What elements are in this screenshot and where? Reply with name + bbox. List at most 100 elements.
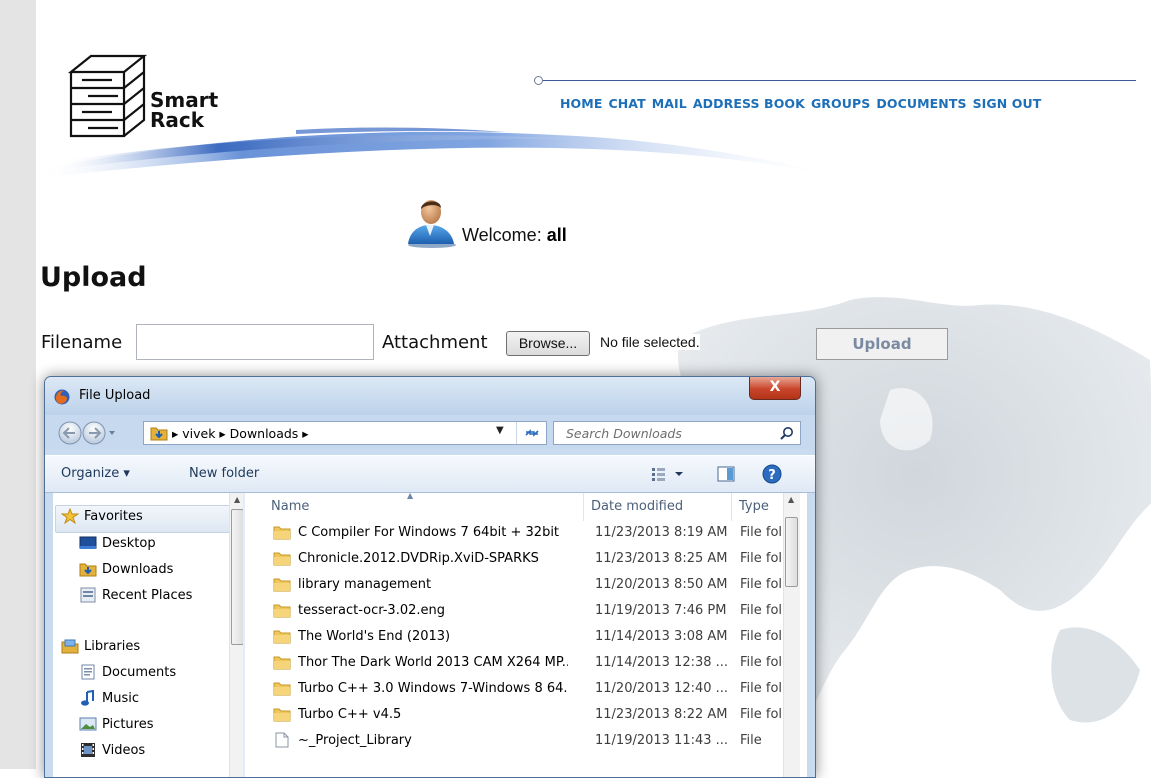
nav-recent-places-label: Recent Places bbox=[102, 587, 193, 603]
scroll-up-arrow-icon[interactable]: ▲ bbox=[234, 495, 240, 504]
downloads-folder-icon bbox=[79, 563, 97, 577]
nav-sign-out[interactable]: SIGN OUT bbox=[973, 96, 1042, 111]
file-row[interactable]: The World's End (2013) 11/14/2013 3:08 A… bbox=[273, 623, 782, 649]
refresh-button[interactable] bbox=[516, 422, 547, 444]
welcome-area: Welcome: all bbox=[402, 196, 567, 248]
upload-button[interactable]: Upload bbox=[816, 328, 948, 360]
file-date: 11/20/2013 12:40 ... bbox=[595, 680, 729, 696]
logo-text: Smart Rack bbox=[150, 90, 218, 130]
nav-documents[interactable]: Documents bbox=[79, 664, 176, 680]
file-row[interactable]: tesseract-ocr-3.02.eng 11/19/2013 7:46 P… bbox=[273, 597, 782, 623]
nav-downloads-label: Downloads bbox=[102, 561, 174, 577]
refresh-icon bbox=[525, 429, 539, 437]
file-list-scrollbar[interactable]: ▲ bbox=[783, 493, 800, 777]
column-divider[interactable] bbox=[731, 493, 732, 521]
history-dropdown-icon[interactable] bbox=[109, 431, 115, 435]
preview-pane-icon[interactable] bbox=[717, 465, 735, 483]
welcome-label: Welcome: bbox=[462, 225, 542, 245]
file-date: 11/14/2013 12:38 ... bbox=[595, 654, 729, 670]
nav-recent-places[interactable]: Recent Places bbox=[79, 587, 192, 603]
column-type[interactable]: Type bbox=[739, 499, 769, 514]
file-row[interactable]: Turbo C++ v4.5 11/23/2013 8:22 AM File f… bbox=[273, 701, 782, 727]
dialog-close-button[interactable]: X bbox=[749, 377, 801, 400]
file-name: library management bbox=[298, 576, 432, 592]
user-avatar-icon bbox=[408, 200, 456, 248]
firefox-icon bbox=[54, 389, 70, 405]
documents-icon bbox=[81, 664, 95, 680]
nav-documents[interactable]: DOCUMENTS bbox=[876, 96, 966, 111]
dialog-toolbar: Organize ▾ New folder ? bbox=[45, 455, 815, 493]
breadcrumb[interactable]: ▸ vivek ▸ Downloads ▸ bbox=[172, 426, 309, 441]
file-date: 11/23/2013 8:25 AM bbox=[595, 550, 728, 566]
videos-icon bbox=[81, 743, 95, 757]
file-row[interactable]: Turbo C++ 3.0 Windows 7-Windows 8 64... … bbox=[273, 675, 782, 701]
file-name: C Compiler For Windows 7 64bit + 32bit bbox=[298, 524, 560, 540]
nav-favorites[interactable]: Favorites bbox=[61, 508, 143, 524]
nav-groups[interactable]: GROUPS bbox=[811, 96, 870, 111]
main-nav: HOME CHAT MAIL ADDRESS BOOK GROUPS DOCUM… bbox=[560, 96, 1041, 111]
nav-pictures[interactable]: Pictures bbox=[79, 716, 153, 732]
back-forward-buttons bbox=[58, 421, 115, 445]
search-placeholder: Search Downloads bbox=[566, 426, 682, 441]
nav-downloads[interactable]: Downloads bbox=[79, 561, 173, 577]
dialog-titlebar bbox=[45, 377, 815, 415]
file-date: 11/20/2013 8:50 AM bbox=[595, 576, 728, 592]
file-row[interactable]: C Compiler For Windows 7 64bit + 32bit 1… bbox=[273, 519, 782, 545]
back-button[interactable] bbox=[58, 421, 82, 445]
folder-icon bbox=[273, 578, 291, 592]
file-date: 11/19/2013 11:43 ... bbox=[595, 732, 729, 748]
new-folder-button[interactable]: New folder bbox=[189, 466, 259, 481]
file-date: 11/19/2013 7:46 PM bbox=[595, 602, 727, 618]
file-row[interactable]: library management 11/20/2013 8:50 AM Fi… bbox=[273, 571, 782, 597]
file-type: File fol bbox=[740, 706, 783, 722]
nav-home[interactable]: HOME bbox=[560, 96, 602, 111]
left-border bbox=[0, 0, 36, 769]
file-row[interactable]: Chronicle.2012.DVDRip.XviD-SPARKS 11/23/… bbox=[273, 545, 782, 571]
view-options-icon[interactable] bbox=[651, 466, 687, 482]
scroll-up-arrow-icon[interactable]: ▲ bbox=[788, 495, 794, 504]
nav-videos[interactable]: Videos bbox=[79, 742, 145, 758]
file-row[interactable]: ~_Project_Library 11/19/2013 11:43 ... F… bbox=[273, 727, 762, 753]
address-dropdown-icon[interactable]: ▼ bbox=[496, 425, 504, 436]
file-type: File bbox=[740, 732, 762, 748]
filename-input[interactable] bbox=[136, 324, 374, 360]
welcome-username: all bbox=[546, 225, 567, 245]
browse-button[interactable]: Browse... bbox=[506, 331, 590, 356]
music-icon bbox=[81, 690, 94, 706]
address-bar[interactable]: ▸ vivek ▸ Downloads ▸ ▼ bbox=[143, 421, 547, 445]
folder-icon bbox=[273, 656, 291, 670]
nav-mail[interactable]: MAIL bbox=[652, 96, 687, 111]
file-type: File fol bbox=[740, 680, 783, 696]
column-name[interactable]: Name bbox=[271, 499, 309, 514]
file-row[interactable]: Thor The Dark World 2013 CAM X264 MP... … bbox=[273, 649, 782, 675]
nav-chat[interactable]: CHAT bbox=[608, 96, 645, 111]
nav-music[interactable]: Music bbox=[79, 690, 139, 706]
nav-videos-label: Videos bbox=[102, 742, 146, 758]
folder-icon bbox=[273, 682, 291, 696]
organize-button[interactable]: Organize ▾ bbox=[61, 466, 130, 481]
logo-line1: Smart bbox=[150, 88, 219, 112]
sort-ascending-icon: ▲ bbox=[407, 491, 414, 500]
file-name: Chronicle.2012.DVDRip.XviD-SPARKS bbox=[298, 550, 539, 566]
file-date: 11/23/2013 8:22 AM bbox=[595, 706, 728, 722]
recent-places-icon bbox=[80, 587, 96, 603]
forward-button[interactable] bbox=[82, 421, 106, 445]
file-list-scroll-thumb[interactable] bbox=[785, 517, 798, 587]
file-name: ~_Project_Library bbox=[298, 732, 412, 748]
file-date: 11/14/2013 3:08 AM bbox=[595, 628, 728, 644]
search-box[interactable]: Search Downloads bbox=[553, 421, 801, 445]
column-divider[interactable] bbox=[583, 493, 584, 521]
help-icon[interactable]: ? bbox=[762, 464, 782, 484]
nav-address-book[interactable]: ADDRESS BOOK bbox=[693, 96, 805, 111]
column-date-modified[interactable]: Date modified bbox=[591, 499, 683, 514]
file-name: The World's End (2013) bbox=[298, 628, 451, 644]
desktop-icon bbox=[79, 536, 97, 549]
folder-icon bbox=[273, 604, 291, 618]
file-name: Turbo C++ 3.0 Windows 7-Windows 8 64... bbox=[298, 680, 568, 696]
search-icon bbox=[780, 427, 793, 440]
nav-desktop[interactable]: Desktop bbox=[79, 535, 156, 551]
nav-libraries[interactable]: Libraries bbox=[61, 638, 140, 654]
file-type: File fol bbox=[740, 524, 783, 540]
file-type: File fol bbox=[740, 628, 783, 644]
logo-line2: Rack bbox=[150, 108, 205, 132]
